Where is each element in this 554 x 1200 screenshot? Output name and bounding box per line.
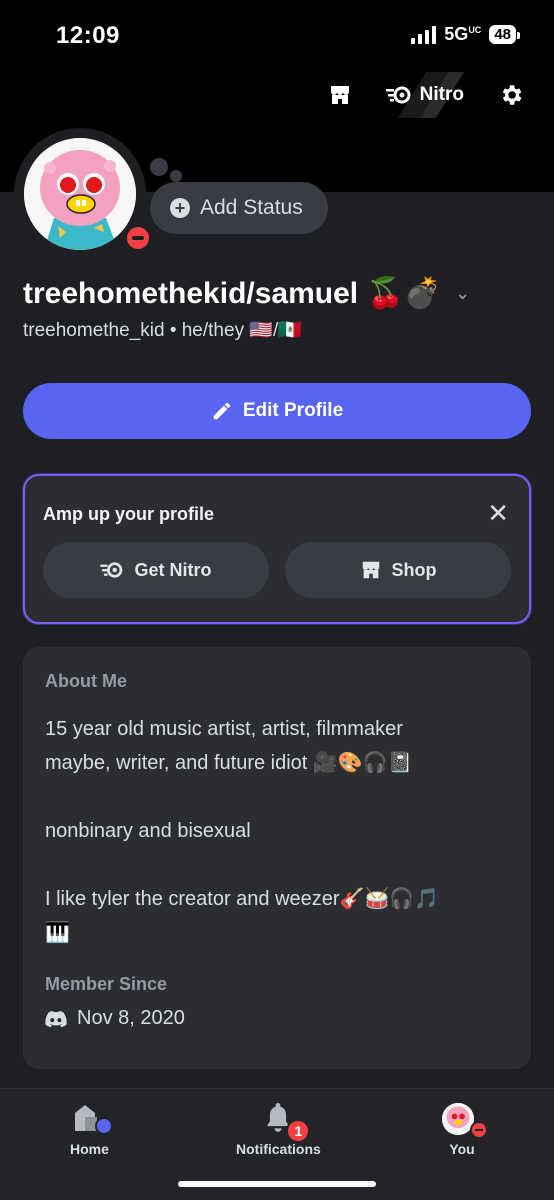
display-name-text: treehomethekid/samuel 🍒💣: [23, 277, 442, 310]
nav-home-label: Home: [70, 1141, 109, 1157]
shop-label: Shop: [391, 559, 437, 580]
shop-button-card[interactable]: Shop: [285, 542, 511, 598]
gear-icon: [502, 85, 522, 105]
dnd-status-icon: [122, 222, 154, 254]
about-me-text: 15 year old music artist, artist, filmma…: [45, 718, 440, 944]
edit-profile-label: Edit Profile: [242, 400, 344, 421]
unread-dot: [95, 1117, 114, 1135]
nitro-label: Nitro: [419, 84, 464, 105]
pencil-icon: [213, 402, 231, 420]
bell-icon: 1: [238, 1103, 318, 1143]
member-since-date: Nov 8, 2020: [77, 1007, 185, 1029]
discord-icon: [45, 1010, 67, 1027]
add-status-button[interactable]: + Add Status: [150, 182, 328, 234]
nitro-icon: [385, 86, 411, 104]
header-actions: Nitro: [328, 82, 524, 108]
get-nitro-button[interactable]: Get Nitro: [43, 542, 269, 598]
thought-bubble-dot-small: [170, 170, 182, 182]
member-since-row: Nov 8, 2020: [45, 1007, 509, 1030]
status-time: 12:09: [56, 22, 120, 49]
add-status-label: Add Status: [200, 196, 303, 219]
nitro-icon: [100, 562, 123, 578]
shop-icon: [362, 561, 379, 579]
close-icon[interactable]: ✕: [487, 500, 509, 526]
nav-you-label: You: [449, 1141, 475, 1157]
about-me-heading: About Me: [45, 671, 127, 691]
shop-icon: [330, 86, 349, 104]
nitro-button[interactable]: Nitro: [385, 84, 464, 106]
home-indicator: [178, 1181, 376, 1187]
status-indicators: 5GUC 48: [411, 24, 520, 45]
profile-avatar-wrap[interactable]: [14, 128, 154, 260]
network-label: 5GUC: [444, 24, 482, 44]
amp-title: Amp up your profile: [43, 504, 214, 524]
thought-bubble-dot: [150, 158, 168, 176]
nav-you[interactable]: You: [442, 1103, 488, 1157]
nav-home[interactable]: Home: [70, 1103, 114, 1157]
nav-notifications-label: Notifications: [236, 1141, 321, 1157]
battery-icon: 48: [489, 25, 520, 44]
shop-button[interactable]: [328, 83, 352, 107]
you-avatar-wrap: [442, 1103, 488, 1139]
amp-profile-card: Amp up your profile ✕ Get Nitro Shop: [23, 474, 531, 624]
avatar[interactable]: [24, 138, 136, 250]
chevron-down-icon[interactable]: ⌄: [455, 283, 470, 304]
notification-badge: 1: [286, 1119, 311, 1143]
settings-button[interactable]: [498, 82, 524, 108]
member-since-heading: Member Since: [45, 974, 168, 994]
signal-icon: [411, 25, 437, 44]
username-pronouns: treehomethe_kid • he/they 🇺🇸/🇲🇽: [23, 320, 302, 341]
avatar-image: [24, 138, 136, 250]
plus-circle-icon: +: [170, 198, 190, 218]
dnd-status-icon-small: [470, 1121, 488, 1139]
edit-profile-button[interactable]: Edit Profile: [23, 383, 531, 439]
display-name[interactable]: treehomethekid/samuel 🍒💣 ⌄: [23, 276, 470, 311]
get-nitro-label: Get Nitro: [134, 559, 212, 580]
home-icon: [71, 1103, 114, 1135]
about-me-card: About Me 15 year old music artist, artis…: [23, 647, 531, 1069]
nav-notifications[interactable]: 1 Notifications: [236, 1103, 321, 1157]
